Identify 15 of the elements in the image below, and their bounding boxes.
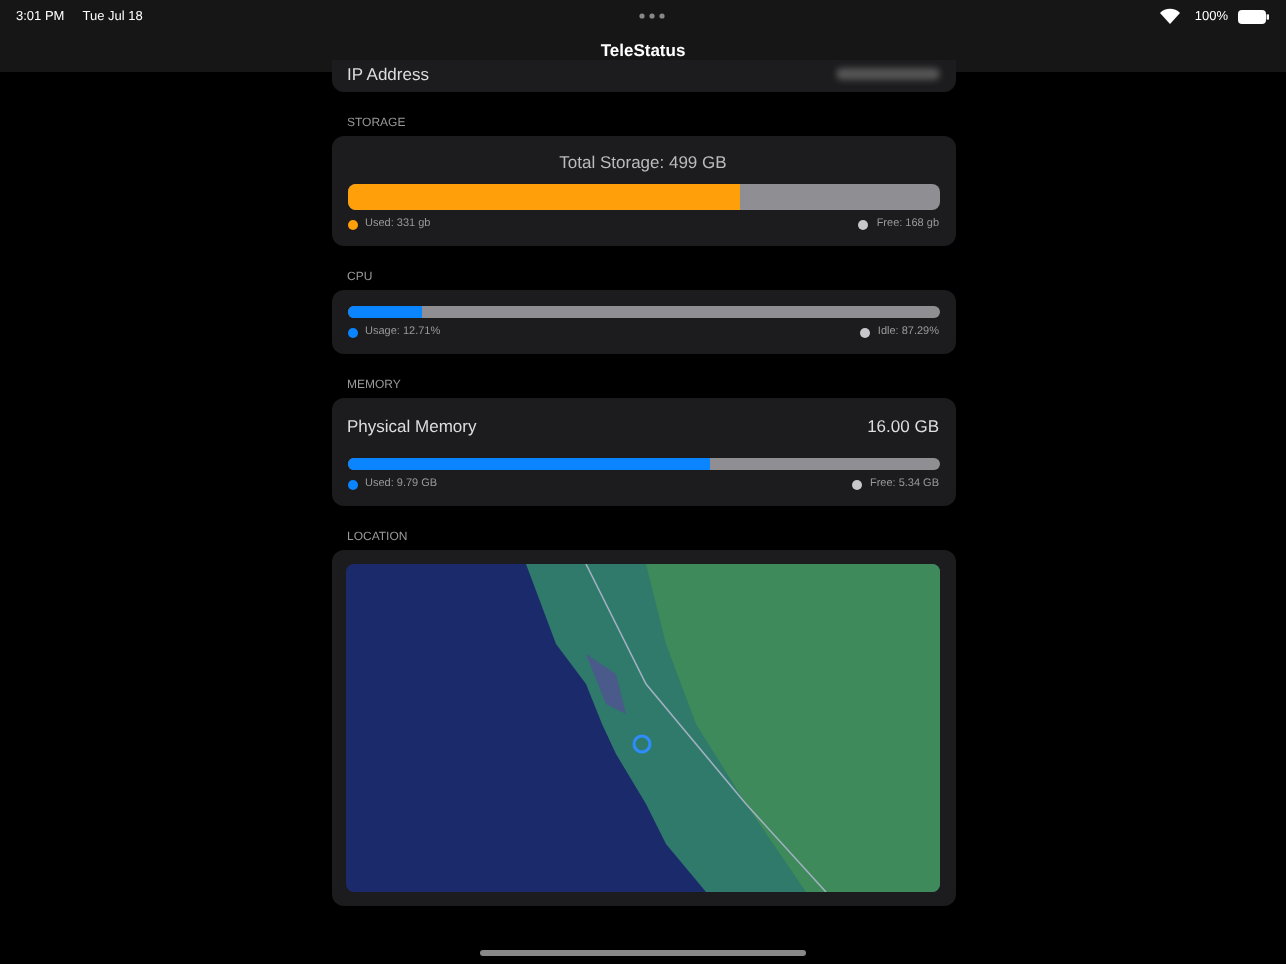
total-storage-label: Total Storage: 499 GB: [557, 152, 729, 172]
multitask-dots-icon[interactable]: [637, 12, 666, 20]
redacted-value: [835, 68, 939, 80]
physical-memory-label: Physical Memory: [347, 416, 477, 436]
legend-dot: [858, 219, 869, 229]
legend-dot: [347, 219, 357, 229]
legend-dot: [347, 479, 357, 489]
battery-icon: [1238, 9, 1270, 23]
ip-address-label: IP Address: [347, 64, 429, 84]
legend-dot: [859, 327, 870, 337]
memory-total: 16.00 GB: [867, 416, 939, 436]
app-title: TeleStatus: [600, 40, 686, 60]
legend-dot: [347, 327, 357, 337]
wifi-icon: [1160, 8, 1181, 24]
legend-dot: [851, 479, 862, 489]
